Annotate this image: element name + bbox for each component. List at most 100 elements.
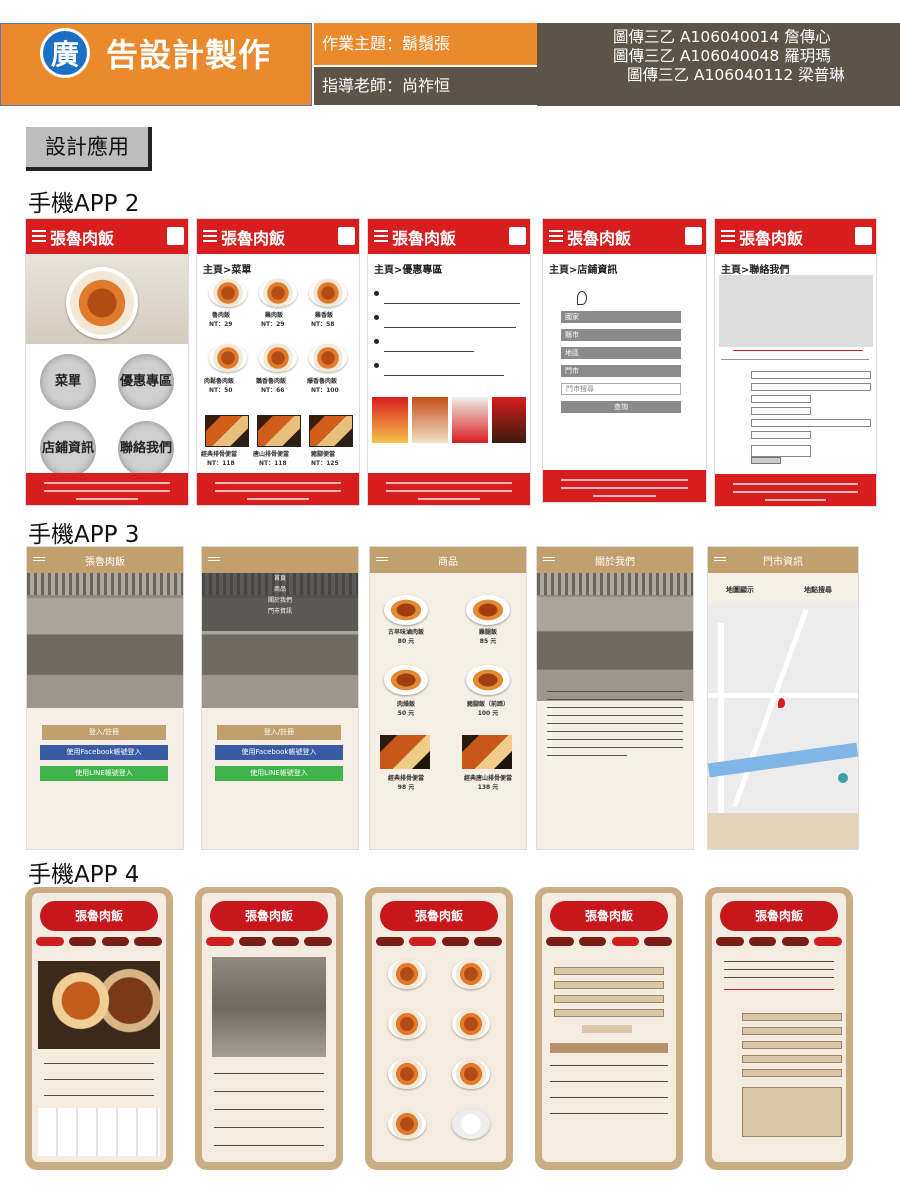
login-register-button[interactable]: 登入/註冊 bbox=[42, 725, 166, 740]
map-pin-icon[interactable] bbox=[838, 773, 848, 783]
product-image[interactable] bbox=[466, 665, 510, 695]
circle-button-store[interactable]: 店鋪資訊 bbox=[40, 421, 96, 477]
menu-icon[interactable] bbox=[549, 230, 563, 232]
tab[interactable] bbox=[408, 937, 437, 946]
language-icon[interactable] bbox=[338, 227, 355, 245]
language-icon[interactable] bbox=[855, 227, 872, 245]
line-login-button[interactable]: 使用LINE帳號登入 bbox=[215, 766, 343, 781]
tab[interactable] bbox=[611, 937, 640, 946]
tab[interactable] bbox=[376, 937, 404, 946]
tab[interactable] bbox=[68, 937, 97, 946]
product-image[interactable] bbox=[388, 1009, 426, 1039]
tab[interactable] bbox=[206, 937, 234, 946]
menu-item-image[interactable] bbox=[209, 344, 247, 372]
contact-field[interactable] bbox=[751, 431, 811, 439]
tab[interactable] bbox=[578, 937, 607, 946]
contact-field[interactable] bbox=[742, 1013, 842, 1021]
promo-banner[interactable] bbox=[372, 397, 408, 443]
store-select-country[interactable]: 國家 bbox=[561, 311, 681, 323]
store-query-button[interactable]: 查詢 bbox=[561, 401, 681, 413]
store-select[interactable] bbox=[554, 995, 664, 1003]
menu-icon[interactable] bbox=[721, 230, 735, 232]
contact-field[interactable] bbox=[742, 1069, 842, 1077]
tab[interactable] bbox=[781, 937, 810, 946]
product-image[interactable] bbox=[462, 735, 512, 769]
store-select[interactable] bbox=[554, 981, 664, 989]
facebook-login-button[interactable]: 使用Facebook帳號登入 bbox=[215, 745, 343, 760]
store-select-city[interactable]: 縣市 bbox=[561, 329, 681, 341]
product-image[interactable] bbox=[452, 959, 490, 989]
map-view[interactable] bbox=[708, 603, 858, 813]
tab[interactable] bbox=[748, 937, 777, 946]
contact-field[interactable] bbox=[751, 395, 811, 403]
nav-item-about[interactable]: 關於我們 bbox=[202, 595, 358, 606]
language-icon[interactable] bbox=[509, 227, 526, 245]
product-image[interactable] bbox=[452, 1059, 490, 1089]
tab[interactable] bbox=[441, 937, 470, 946]
line-login-button[interactable]: 使用LINE帳號登入 bbox=[40, 766, 168, 781]
contact-field[interactable] bbox=[742, 1027, 842, 1035]
product-image[interactable] bbox=[380, 735, 430, 769]
product-image[interactable] bbox=[452, 1109, 490, 1139]
tab-map[interactable]: 地圖顯示 bbox=[726, 585, 754, 595]
tab[interactable] bbox=[134, 937, 162, 946]
menu-item-image[interactable] bbox=[257, 415, 301, 447]
language-icon[interactable] bbox=[685, 227, 702, 245]
tab[interactable] bbox=[238, 937, 267, 946]
query-button[interactable] bbox=[582, 1025, 632, 1033]
login-register-button[interactable]: 登入/註冊 bbox=[217, 725, 341, 740]
product-image[interactable] bbox=[466, 595, 510, 625]
product-image[interactable] bbox=[384, 665, 428, 695]
menu-icon[interactable] bbox=[203, 230, 217, 232]
contact-textarea[interactable] bbox=[742, 1087, 842, 1137]
tab-search[interactable]: 地點搜尋 bbox=[804, 585, 832, 595]
menu-item-image[interactable] bbox=[259, 279, 297, 307]
menu-item-image[interactable] bbox=[309, 279, 347, 307]
store-select-district[interactable]: 地區 bbox=[561, 347, 681, 359]
menu-icon[interactable] bbox=[208, 557, 220, 558]
nav-item-home[interactable]: 首頁 bbox=[202, 573, 358, 584]
promo-banner[interactable] bbox=[492, 397, 526, 443]
tab[interactable] bbox=[644, 937, 672, 946]
tab[interactable] bbox=[716, 937, 744, 946]
tab[interactable] bbox=[304, 937, 332, 946]
store-search-input[interactable]: 門市搜尋 bbox=[561, 383, 681, 395]
circle-button-promo[interactable]: 優惠專區 bbox=[118, 354, 174, 410]
contact-field[interactable] bbox=[751, 407, 811, 415]
circle-button-contact[interactable]: 聯絡我們 bbox=[118, 421, 174, 477]
contact-field[interactable] bbox=[742, 1041, 842, 1049]
tab[interactable] bbox=[474, 937, 502, 946]
nav-item-products[interactable]: 商品 bbox=[202, 584, 358, 595]
product-image[interactable] bbox=[452, 1009, 490, 1039]
contact-field[interactable] bbox=[742, 1055, 842, 1063]
product-image[interactable] bbox=[388, 959, 426, 989]
tab[interactable] bbox=[814, 937, 842, 946]
language-icon[interactable] bbox=[167, 227, 184, 245]
tab[interactable] bbox=[36, 937, 64, 946]
store-select-store[interactable]: 門市 bbox=[561, 365, 681, 377]
menu-item-image[interactable] bbox=[259, 344, 297, 372]
contact-field[interactable] bbox=[751, 419, 871, 427]
promo-banner[interactable] bbox=[412, 397, 448, 443]
contact-field[interactable] bbox=[751, 371, 871, 379]
tab[interactable] bbox=[271, 937, 300, 946]
menu-item-image[interactable] bbox=[309, 415, 353, 447]
menu-icon[interactable] bbox=[32, 230, 46, 232]
menu-item-image[interactable] bbox=[309, 344, 347, 372]
submit-button[interactable] bbox=[751, 457, 781, 464]
promo-banner[interactable] bbox=[452, 397, 488, 443]
product-image[interactable] bbox=[388, 1059, 426, 1089]
store-select[interactable] bbox=[554, 967, 664, 975]
product-image[interactable] bbox=[384, 595, 428, 625]
contact-textarea[interactable] bbox=[751, 445, 811, 457]
contact-field[interactable] bbox=[751, 383, 871, 391]
facebook-login-button[interactable]: 使用Facebook帳號登入 bbox=[40, 745, 168, 760]
circle-button-menu[interactable]: 菜單 bbox=[40, 354, 96, 410]
nav-item-store[interactable]: 門市資訊 bbox=[202, 606, 358, 617]
menu-item-image[interactable] bbox=[209, 279, 247, 307]
map-pin-icon[interactable] bbox=[778, 698, 785, 708]
tab[interactable] bbox=[546, 937, 574, 946]
menu-icon[interactable] bbox=[374, 230, 388, 232]
store-select[interactable] bbox=[554, 1009, 664, 1017]
tab[interactable] bbox=[101, 937, 130, 946]
